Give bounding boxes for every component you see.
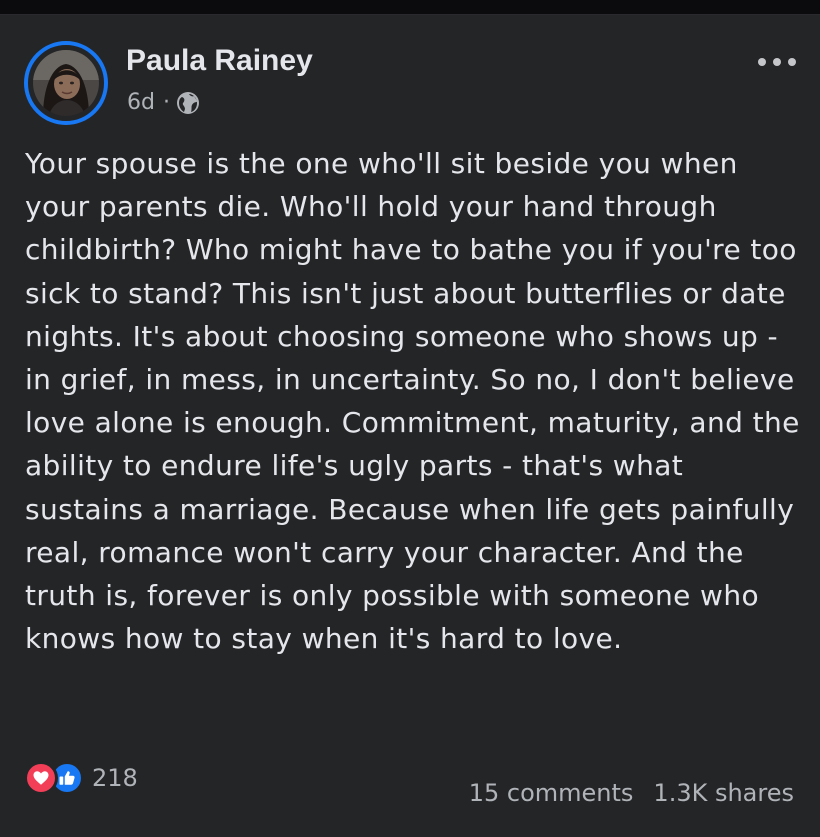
- story-ring[interactable]: [24, 41, 108, 125]
- dot-2: [773, 58, 781, 66]
- globe-icon[interactable]: [176, 91, 200, 115]
- avatar[interactable]: [33, 50, 99, 116]
- top-bar: [0, 0, 820, 15]
- love-icon: [24, 761, 58, 795]
- dot-1: [758, 58, 766, 66]
- timestamp[interactable]: 6d: [127, 89, 155, 117]
- avatar-photo: [33, 50, 99, 116]
- post-text: Your spouse is the one who'll sit beside…: [25, 147, 800, 656]
- post-card: Paula Rainey 6d · Your spouse is the one…: [0, 15, 820, 837]
- dot-3: [788, 58, 796, 66]
- engagement-stats: 15 comments 1.3K shares: [469, 778, 794, 808]
- shares-link[interactable]: 1.3K shares: [653, 778, 794, 808]
- comments-link[interactable]: 15 comments: [469, 778, 634, 808]
- reactions-summary[interactable]: 218: [24, 761, 138, 795]
- reaction-count: 218: [92, 764, 138, 792]
- more-options-icon[interactable]: [758, 55, 796, 69]
- post-meta: 6d ·: [127, 89, 200, 117]
- meta-separator: ·: [162, 90, 170, 115]
- author-name[interactable]: Paula Rainey: [126, 43, 313, 79]
